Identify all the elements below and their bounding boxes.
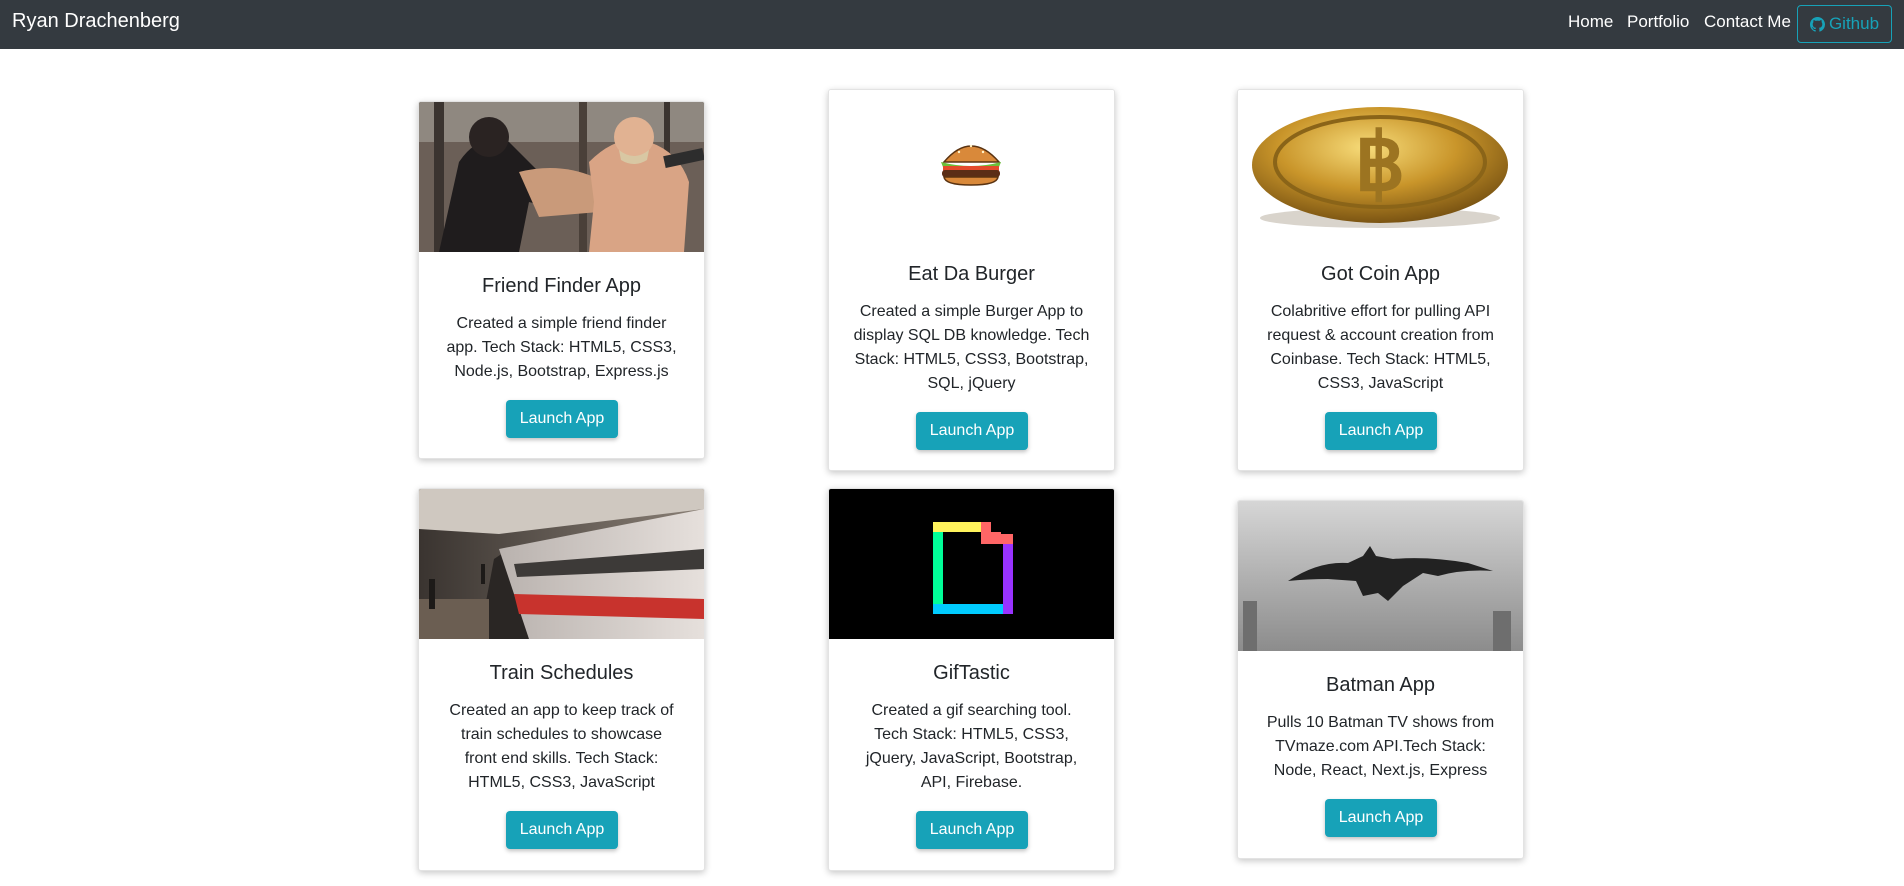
- card-title: Friend Finder App: [482, 275, 641, 297]
- launch-app-button[interactable]: Launch App: [916, 811, 1028, 849]
- nav-contact-link[interactable]: Contact Me: [1704, 12, 1791, 32]
- project-card-giftastic: GifTastic Created a gif searching tool. …: [828, 488, 1115, 871]
- card-description: Created a gif searching tool. Tech Stack…: [865, 702, 1078, 791]
- github-button[interactable]: Github: [1797, 5, 1892, 43]
- project-card-train-schedules: Train Schedules Created an app to keep t…: [418, 488, 705, 871]
- card-title: Got Coin App: [1321, 263, 1440, 285]
- top-navbar: Ryan Drachenberg Home Portfolio Contact …: [0, 0, 1904, 49]
- launch-app-button[interactable]: Launch App: [1325, 412, 1437, 450]
- project-card-eat-da-burger: Eat Da Burger Created a simple Burger Ap…: [828, 89, 1115, 471]
- card-title: Eat Da Burger: [908, 263, 1035, 285]
- nav-home-link[interactable]: Home: [1568, 12, 1613, 32]
- card-title: Train Schedules: [489, 662, 634, 684]
- launch-app-button[interactable]: Launch App: [506, 811, 618, 849]
- project-card-batman: Batman App Pulls 10 Batman TV shows from…: [1237, 500, 1524, 859]
- card-title: GifTastic: [933, 662, 1010, 684]
- github-icon: [1809, 16, 1825, 32]
- card-description: Pulls 10 Batman TV shows from TVmaze.com…: [1266, 714, 1495, 779]
- card-description: Created a simple Burger App to display S…: [853, 303, 1090, 392]
- launch-app-button[interactable]: Launch App: [506, 400, 618, 438]
- burger-image: [829, 90, 1114, 240]
- card-description: Created a simple friend finder app. Tech…: [446, 315, 677, 380]
- subway-train-image: [419, 489, 704, 639]
- bat-silhouette-image: [1238, 501, 1523, 651]
- nav-portfolio-link[interactable]: Portfolio: [1627, 12, 1689, 32]
- card-description: Colabritive effort for pulling API reque…: [1267, 303, 1494, 392]
- launch-app-button[interactable]: Launch App: [916, 412, 1028, 450]
- card-title: Batman App: [1326, 674, 1435, 696]
- project-card-got-coin: ฿ Got Coin App Colabritive effort for pu…: [1237, 89, 1524, 471]
- card-description: Created an app to keep track of train sc…: [449, 702, 674, 791]
- giphy-logo-image: [829, 489, 1114, 639]
- svg-text:฿: ฿: [1355, 120, 1406, 208]
- brand-name[interactable]: Ryan Drachenberg: [12, 9, 180, 33]
- launch-app-button[interactable]: Launch App: [1325, 799, 1437, 837]
- project-card-friend-finder: Friend Finder App Created a simple frien…: [418, 101, 705, 459]
- github-label: Github: [1828, 14, 1880, 33]
- bitcoin-image: ฿: [1238, 90, 1523, 240]
- anime-fighters-image: [419, 102, 704, 252]
